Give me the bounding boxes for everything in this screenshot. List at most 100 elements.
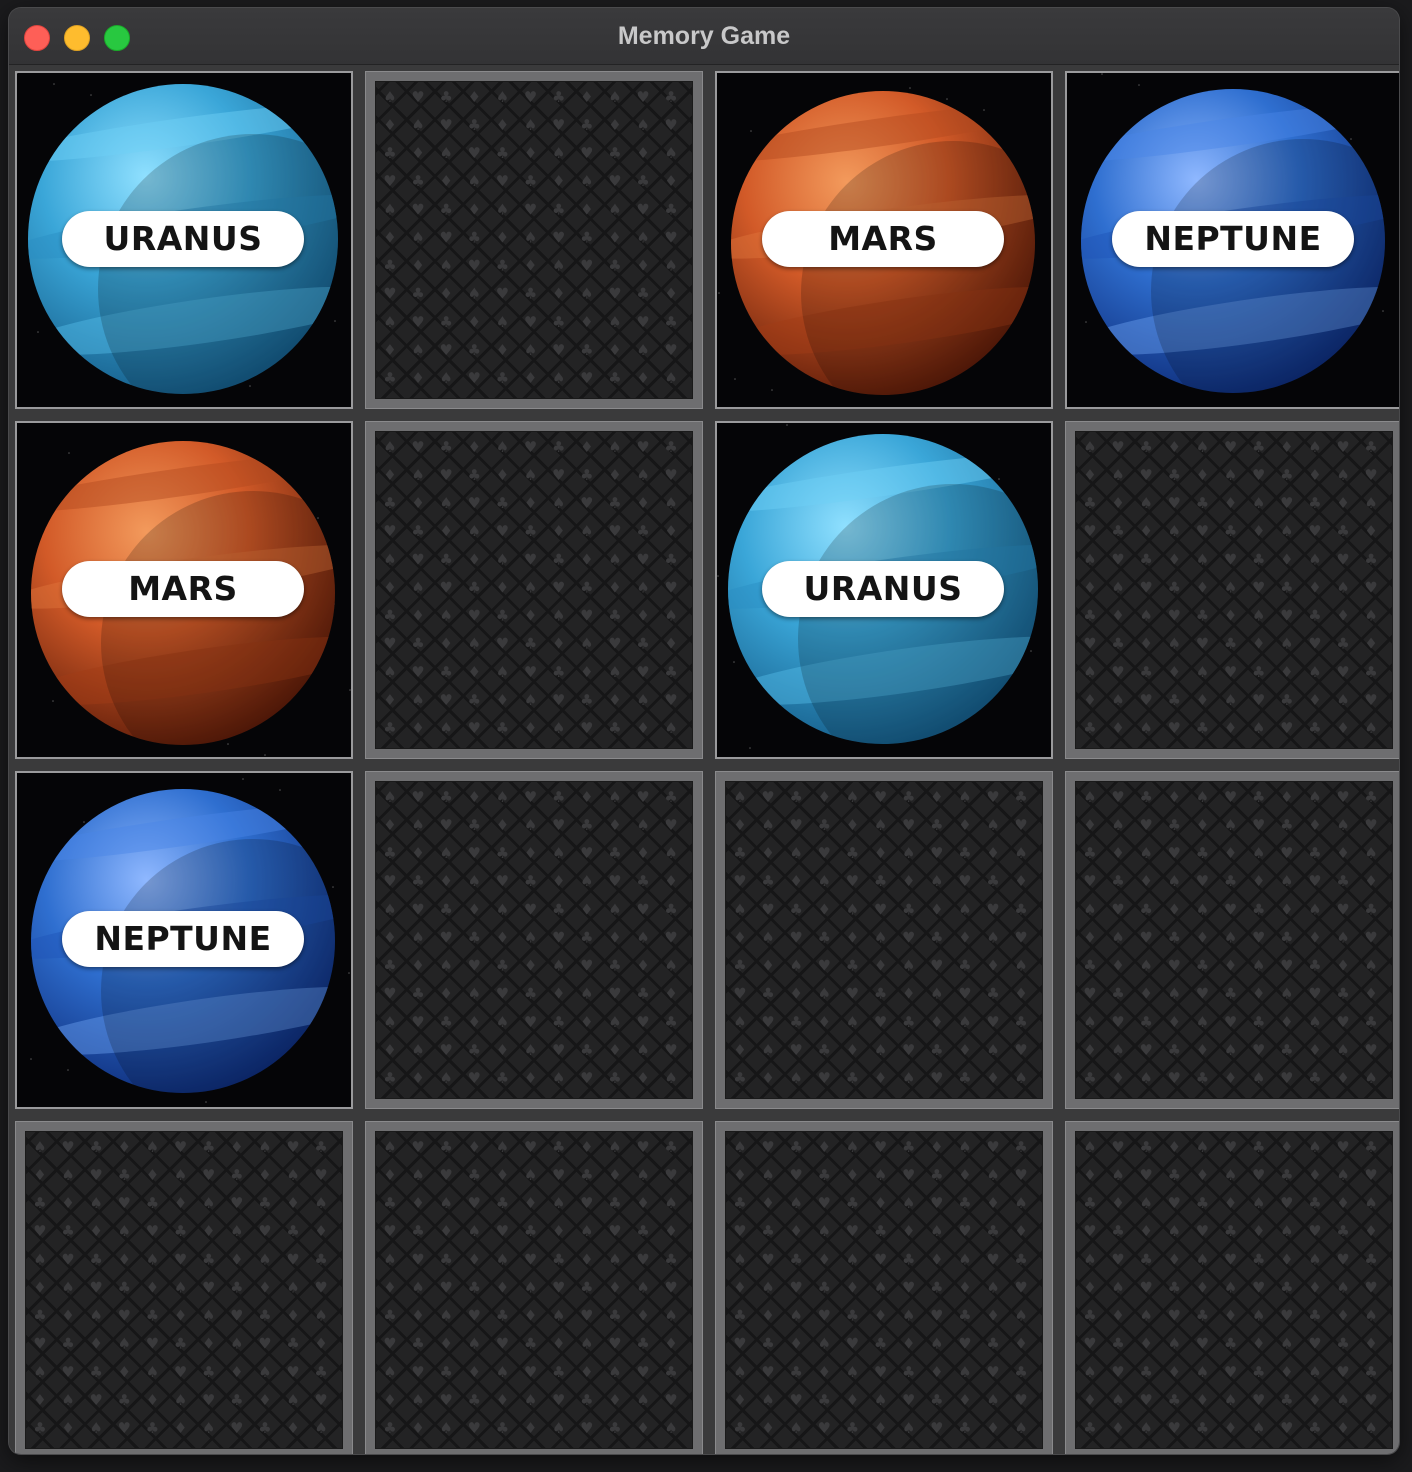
svg-text:♥: ♥ [552, 1278, 565, 1296]
svg-text:♦: ♦ [496, 341, 509, 359]
svg-text:♦: ♦ [174, 1307, 187, 1325]
svg-text:♠: ♠ [636, 116, 649, 134]
svg-text:♥: ♥ [1168, 1069, 1181, 1087]
svg-text:♦: ♦ [439, 1222, 452, 1240]
svg-text:♦: ♦ [636, 607, 649, 625]
svg-text:♣: ♣ [1336, 872, 1349, 890]
svg-text:♣: ♣ [1139, 900, 1152, 918]
svg-text:♣: ♣ [383, 369, 396, 387]
svg-text:♠: ♠ [552, 494, 565, 512]
svg-text:♦: ♦ [636, 369, 649, 387]
svg-text:♦: ♦ [986, 1419, 999, 1437]
card-face-down[interactable]: ♠ ♥ ♣ ♦ ♠ ♥ ♣ ♦ ♠ ♥ ♣ ♦ ♠ ♥ ♣ ♦ ♠ ♥ ♣ ♦ ♠ ♥ ♣ ♦ ♠ ♥ ♣ ♦ ♠ ♥ ♣ ♦ ♠ ♥ ♣ ♦ ♠ ♥ ♣ ♦… [365, 71, 703, 409]
card-face-down[interactable]: ♠ ♥ ♣ ♦ ♠ ♥ ♣ ♦ ♠ ♥ ♣ ♦ ♠ ♥ ♣ ♦ ♠ ♥ ♣ ♦ ♠ ♥ ♣ ♦ ♠ ♥ ♣ ♦ ♠ ♥ ♣ ♦ ♠ ♥ ♣ ♦ ♠ ♥ ♣ ♦… [715, 1121, 1053, 1454]
card-face-up-neptune[interactable]: NEPTUNE [1065, 71, 1399, 409]
svg-text:♠: ♠ [1168, 1222, 1181, 1240]
card-face-down[interactable]: ♠ ♥ ♣ ♦ ♠ ♥ ♣ ♦ ♠ ♥ ♣ ♦ ♠ ♥ ♣ ♦ ♠ ♥ ♣ ♦ ♠ ♥ ♣ ♦ ♠ ♥ ♣ ♦ ♠ ♥ ♣ ♦ ♠ ♥ ♣ ♦ ♠ ♥ ♣ ♦… [365, 771, 703, 1109]
svg-text:♣: ♣ [89, 1138, 102, 1156]
svg-text:♦: ♦ [1252, 635, 1265, 653]
svg-text:♠: ♠ [174, 1278, 187, 1296]
svg-text:♦: ♦ [383, 1391, 396, 1409]
svg-text:♦: ♦ [1224, 719, 1237, 737]
svg-text:♥: ♥ [552, 116, 565, 134]
card-face-down[interactable]: ♠ ♥ ♣ ♦ ♠ ♥ ♣ ♦ ♠ ♥ ♣ ♦ ♠ ♥ ♣ ♦ ♠ ♥ ♣ ♦ ♠ ♥ ♣ ♦ ♠ ♥ ♣ ♦ ♠ ♥ ♣ ♦ ♠ ♥ ♣ ♦ ♠ ♥ ♣ ♦… [1065, 1121, 1399, 1454]
svg-text:♣: ♣ [552, 550, 565, 568]
svg-text:♥: ♥ [61, 1250, 74, 1268]
svg-text:♥: ♥ [986, 1363, 999, 1381]
svg-text:♥: ♥ [411, 550, 424, 568]
card-face-up-mars[interactable]: MARS [15, 421, 353, 759]
card-face-down[interactable]: ♠ ♥ ♣ ♦ ♠ ♥ ♣ ♦ ♠ ♥ ♣ ♦ ♠ ♥ ♣ ♦ ♠ ♥ ♣ ♦ ♠ ♥ ♣ ♦ ♠ ♥ ♣ ♦ ♠ ♥ ♣ ♦ ♠ ♥ ♣ ♦ ♠ ♥ ♣ ♦… [715, 771, 1053, 1109]
svg-text:♠: ♠ [1308, 1013, 1321, 1031]
svg-text:♣: ♣ [411, 285, 424, 303]
svg-text:♣: ♣ [1252, 1250, 1265, 1268]
svg-text:♦: ♦ [524, 719, 537, 737]
card-face-up-mars[interactable]: MARS [715, 71, 1053, 409]
svg-text:♦: ♦ [1014, 985, 1027, 1003]
svg-text:♥: ♥ [468, 144, 481, 162]
svg-text:♣: ♣ [733, 1419, 746, 1437]
svg-text:♠: ♠ [552, 1194, 565, 1212]
svg-text:♦: ♦ [468, 438, 481, 456]
title-bar[interactable]: Memory Game [9, 8, 1399, 65]
card-face-down[interactable]: ♠ ♥ ♣ ♦ ♠ ♥ ♣ ♦ ♠ ♥ ♣ ♦ ♠ ♥ ♣ ♦ ♠ ♥ ♣ ♦ ♠ ♥ ♣ ♦ ♠ ♥ ♣ ♦ ♠ ♥ ♣ ♦ ♠ ♥ ♣ ♦ ♠ ♥ ♣ ♦… [365, 1121, 703, 1454]
svg-text:♠: ♠ [314, 1194, 327, 1212]
svg-text:♥: ♥ [496, 635, 509, 653]
svg-text:♣: ♣ [1139, 438, 1152, 456]
card-face-down[interactable]: ♠ ♥ ♣ ♦ ♠ ♥ ♣ ♦ ♠ ♥ ♣ ♦ ♠ ♥ ♣ ♦ ♠ ♥ ♣ ♦ ♠ ♥ ♣ ♦ ♠ ♥ ♣ ♦ ♠ ♥ ♣ ♦ ♠ ♥ ♣ ♦ ♠ ♥ ♣ ♦… [15, 1121, 353, 1454]
svg-text:♦: ♦ [1196, 1041, 1209, 1059]
svg-text:♦: ♦ [930, 1250, 943, 1268]
svg-text:♦: ♦ [986, 844, 999, 862]
svg-text:♠: ♠ [608, 88, 621, 106]
card-face-down[interactable]: ♠ ♥ ♣ ♦ ♠ ♥ ♣ ♦ ♠ ♥ ♣ ♦ ♠ ♥ ♣ ♦ ♠ ♥ ♣ ♦ ♠ ♥ ♣ ♦ ♠ ♥ ♣ ♦ ♠ ♥ ♣ ♦ ♠ ♥ ♣ ♦ ♠ ♥ ♣ ♦… [1065, 421, 1399, 759]
svg-text:♦: ♦ [496, 928, 509, 946]
svg-text:♠: ♠ [580, 985, 593, 1003]
svg-text:♠: ♠ [524, 1041, 537, 1059]
svg-text:♣: ♣ [1014, 1363, 1027, 1381]
svg-text:♦: ♦ [468, 200, 481, 218]
svg-text:♣: ♣ [986, 872, 999, 890]
svg-text:♠: ♠ [552, 369, 565, 387]
svg-text:♥: ♥ [496, 285, 509, 303]
svg-text:♠: ♠ [846, 1138, 859, 1156]
svg-text:♣: ♣ [1252, 550, 1265, 568]
svg-text:♠: ♠ [789, 957, 802, 975]
svg-text:♥: ♥ [411, 313, 424, 331]
svg-text:♦: ♦ [496, 578, 509, 596]
svg-text:♥: ♥ [468, 1069, 481, 1087]
card-face-up-uranus[interactable]: URANUS [715, 421, 1053, 759]
svg-text:♣: ♣ [439, 900, 452, 918]
svg-text:♠: ♠ [383, 313, 396, 331]
svg-text:♦: ♦ [1224, 1307, 1237, 1325]
svg-text:♠: ♠ [986, 1278, 999, 1296]
svg-text:♦: ♦ [1280, 1138, 1293, 1156]
svg-text:♦: ♦ [524, 844, 537, 862]
svg-text:♠: ♠ [1308, 663, 1321, 681]
svg-text:♥: ♥ [1364, 1391, 1377, 1409]
svg-text:♠: ♠ [468, 172, 481, 190]
svg-text:♥: ♥ [902, 1278, 915, 1296]
svg-text:♣: ♣ [468, 1041, 481, 1059]
svg-text:♠: ♠ [608, 550, 621, 568]
svg-text:♣: ♣ [524, 1335, 537, 1353]
card-face-down[interactable]: ♠ ♥ ♣ ♦ ♠ ♥ ♣ ♦ ♠ ♥ ♣ ♦ ♠ ♥ ♣ ♦ ♠ ♥ ♣ ♦ ♠ ♥ ♣ ♦ ♠ ♥ ♣ ♦ ♠ ♥ ♣ ♦ ♠ ♥ ♣ ♦ ♠ ♥ ♣ ♦… [365, 421, 703, 759]
svg-text:♦: ♦ [411, 1307, 424, 1325]
svg-text:♦: ♦ [986, 1307, 999, 1325]
svg-text:♥: ♥ [1111, 438, 1124, 456]
card-face-up-neptune[interactable]: NEPTUNE [15, 771, 353, 1109]
svg-text:♥: ♥ [230, 1194, 243, 1212]
svg-text:♣: ♣ [1139, 788, 1152, 806]
svg-text:♣: ♣ [383, 607, 396, 625]
svg-text:♣: ♣ [733, 957, 746, 975]
svg-text:♦: ♦ [1111, 607, 1124, 625]
svg-text:♦: ♦ [789, 1335, 802, 1353]
suit-pattern-icon: ♠ ♥ ♣ ♦ ♠ ♥ ♣ ♦ ♠ ♥ ♣ ♦ ♠ ♥ ♣ ♦ ♠ ♥ ♣ ♦ ♠ ♥ ♣ ♦ ♠ ♥ ♣ ♦ ♠ ♥ ♣ ♦ ♠ ♥ ♣ ♦ ♠ ♥ ♣ ♦… [733, 788, 1028, 1087]
card-face-up-uranus[interactable]: URANUS [15, 71, 353, 409]
svg-text:♣: ♣ [846, 957, 859, 975]
svg-text:♥: ♥ [1111, 550, 1124, 568]
svg-text:♠: ♠ [468, 1335, 481, 1353]
svg-text:♦: ♦ [1280, 1363, 1293, 1381]
svg-text:♣: ♣ [33, 1419, 46, 1437]
svg-text:♠: ♠ [1111, 578, 1124, 596]
card-face-down[interactable]: ♠ ♥ ♣ ♦ ♠ ♥ ♣ ♦ ♠ ♥ ♣ ♦ ♠ ♥ ♣ ♦ ♠ ♥ ♣ ♦ ♠ ♥ ♣ ♦ ♠ ♥ ♣ ♦ ♠ ♥ ♣ ♦ ♠ ♥ ♣ ♦ ♠ ♥ ♣ ♦… [1065, 771, 1399, 1109]
